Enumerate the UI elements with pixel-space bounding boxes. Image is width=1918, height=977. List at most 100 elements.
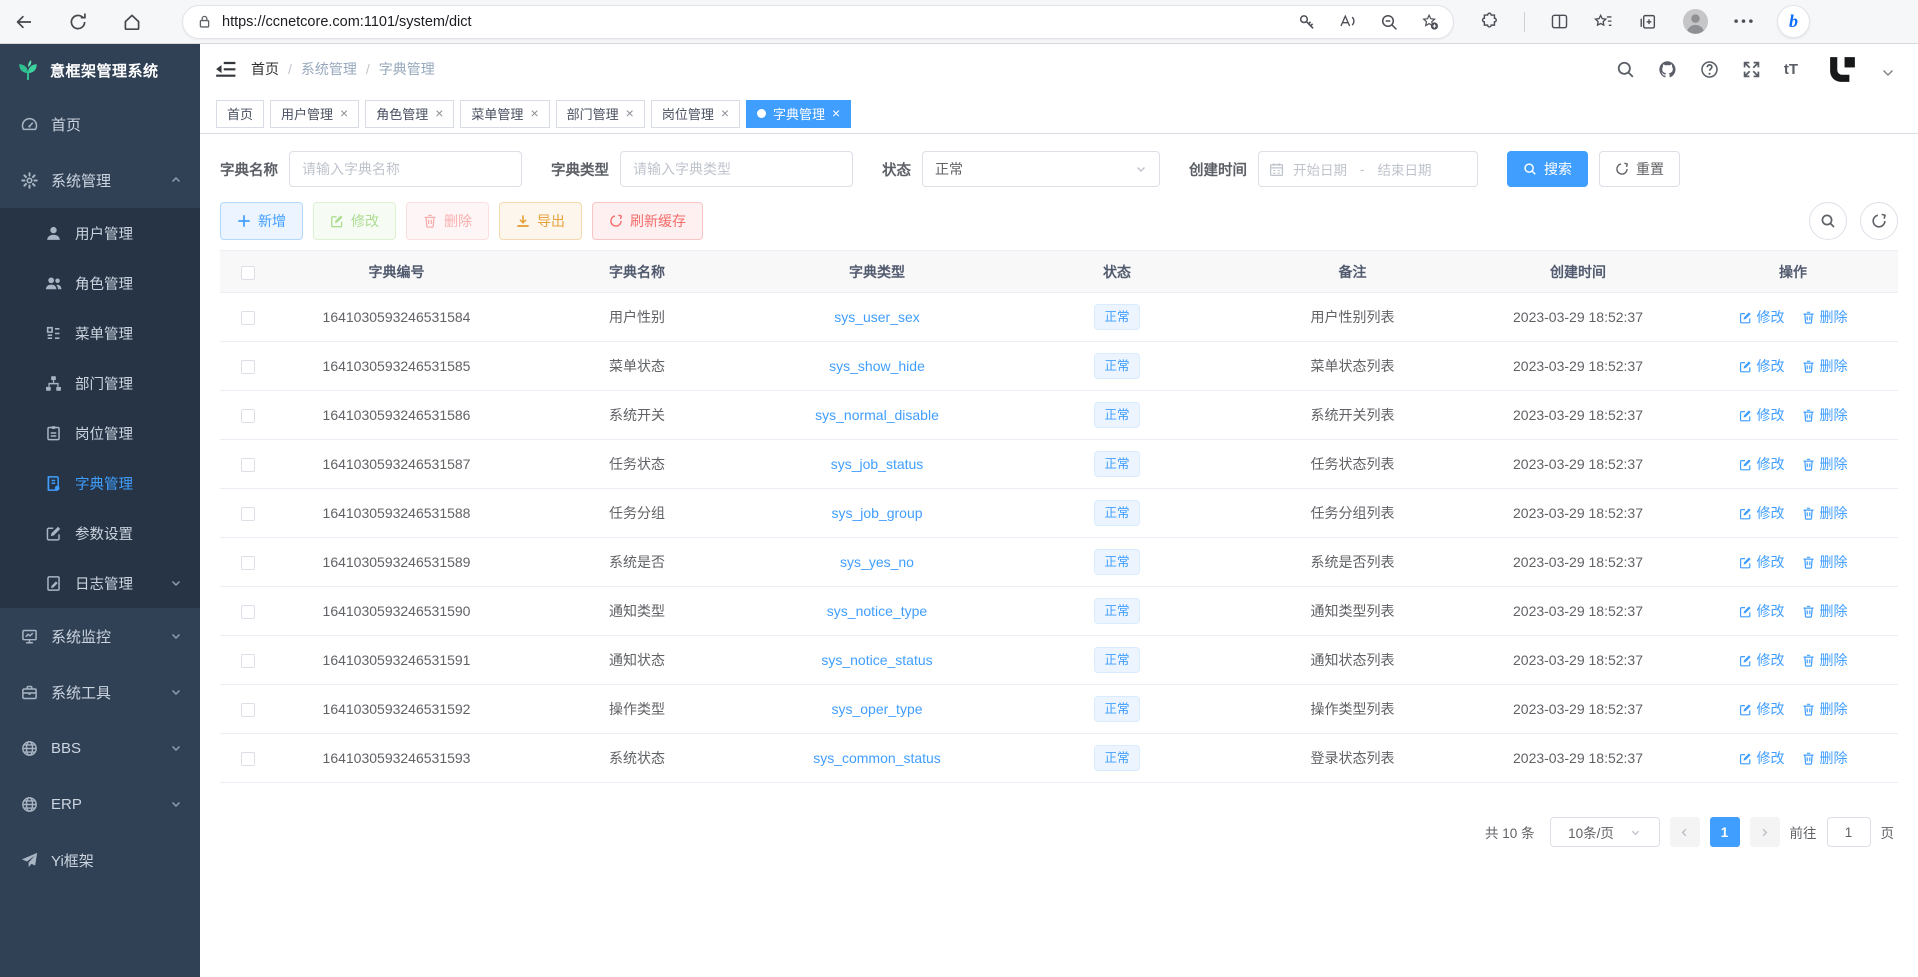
next-page-button[interactable] (1750, 817, 1780, 847)
tab-dict-mgmt[interactable]: 字典管理× (746, 100, 851, 128)
address-bar[interactable]: https://ccnetcore.com:1101/system/dict (182, 5, 1454, 39)
tab-user-mgmt[interactable]: 用户管理× (270, 100, 359, 128)
dict-type-link[interactable]: sys_job_group (831, 505, 922, 521)
profile-avatar[interactable] (1682, 8, 1709, 35)
reset-button[interactable]: 重置 (1599, 151, 1680, 187)
tab-menu-mgmt[interactable]: 菜单管理× (460, 100, 549, 128)
row-delete-link[interactable]: 删除 (1802, 552, 1848, 572)
row-edit-link[interactable]: 修改 (1739, 650, 1785, 670)
edit-button[interactable]: 修改 (313, 202, 396, 240)
sidebar-item-log-mgmt[interactable]: 日志管理 (0, 558, 200, 608)
dict-type-input[interactable] (620, 151, 853, 187)
row-checkbox[interactable] (241, 605, 255, 619)
row-delete-link[interactable]: 删除 (1802, 601, 1848, 621)
sidebar-item-home[interactable]: 首页 (0, 96, 200, 152)
dict-type-link[interactable]: sys_notice_status (821, 652, 932, 668)
row-edit-link[interactable]: 修改 (1739, 748, 1785, 768)
app-logo[interactable]: 意框架管理系统 (0, 44, 200, 96)
row-edit-link[interactable]: 修改 (1739, 307, 1785, 327)
user-avatar-logo[interactable] (1826, 53, 1859, 86)
back-arrow-icon[interactable] (14, 12, 34, 32)
refresh-icon[interactable] (68, 12, 88, 32)
sidebar-item-system-monitor[interactable]: 系统监控 (0, 608, 200, 664)
dict-type-link[interactable]: sys_show_hide (829, 358, 925, 374)
close-icon[interactable]: × (435, 106, 443, 120)
collections-icon[interactable] (1638, 12, 1657, 31)
bing-chat-icon[interactable]: b (1778, 6, 1809, 37)
dict-type-link[interactable]: sys_common_status (813, 750, 941, 766)
row-edit-link[interactable]: 修改 (1739, 503, 1785, 523)
font-size-icon[interactable]: tT (1784, 62, 1798, 77)
refresh-table-button[interactable] (1860, 202, 1898, 240)
row-checkbox[interactable] (241, 752, 255, 766)
row-delete-link[interactable]: 删除 (1802, 503, 1848, 523)
sidebar-item-system-mgmt[interactable]: 系统管理 (0, 152, 200, 208)
close-icon[interactable]: × (340, 106, 348, 120)
key-icon[interactable] (1298, 13, 1316, 31)
dict-type-link[interactable]: sys_job_status (831, 456, 924, 472)
close-icon[interactable]: × (721, 106, 729, 120)
close-icon[interactable]: × (530, 106, 538, 120)
current-page[interactable]: 1 (1710, 817, 1740, 847)
sidebar-item-system-tools[interactable]: 系统工具 (0, 664, 200, 720)
row-edit-link[interactable]: 修改 (1739, 454, 1785, 474)
dict-type-link[interactable]: sys_oper_type (831, 701, 922, 717)
sidebar-item-role-mgmt[interactable]: 角色管理 (0, 258, 200, 308)
row-delete-link[interactable]: 删除 (1802, 405, 1848, 425)
sidebar-item-menu-mgmt[interactable]: 菜单管理 (0, 308, 200, 358)
goto-page-input[interactable] (1827, 817, 1871, 847)
sidebar-item-yi-framework[interactable]: Yi框架 (0, 832, 200, 888)
dict-name-input[interactable] (289, 151, 522, 187)
row-edit-link[interactable]: 修改 (1739, 552, 1785, 572)
tab-home[interactable]: 首页 (216, 100, 264, 128)
row-delete-link[interactable]: 删除 (1802, 307, 1848, 327)
favorites-hub-icon[interactable] (1594, 12, 1613, 31)
url-text[interactable]: https://ccnetcore.com:1101/system/dict (222, 14, 1298, 30)
help-icon[interactable] (1700, 60, 1719, 79)
row-checkbox[interactable] (241, 507, 255, 521)
more-icon[interactable] (1734, 19, 1753, 25)
row-checkbox[interactable] (241, 311, 255, 325)
row-edit-link[interactable]: 修改 (1739, 405, 1785, 425)
row-delete-link[interactable]: 删除 (1802, 699, 1848, 719)
row-checkbox[interactable] (241, 458, 255, 472)
github-icon[interactable] (1658, 60, 1677, 79)
select-all-checkbox[interactable] (241, 266, 255, 280)
chevron-down-icon[interactable] (1882, 69, 1894, 77)
sidebar-item-param-settings[interactable]: 参数设置 (0, 508, 200, 558)
sidebar-item-user-mgmt[interactable]: 用户管理 (0, 208, 200, 258)
refresh-cache-button[interactable]: 刷新缓存 (592, 202, 703, 240)
row-edit-link[interactable]: 修改 (1739, 356, 1785, 376)
sidebar-fold-icon[interactable] (215, 60, 236, 78)
search-button[interactable]: 搜索 (1507, 151, 1588, 187)
sidebar-item-dept-mgmt[interactable]: 部门管理 (0, 358, 200, 408)
row-checkbox[interactable] (241, 556, 255, 570)
prev-page-button[interactable] (1670, 817, 1700, 847)
row-edit-link[interactable]: 修改 (1739, 699, 1785, 719)
show-search-button[interactable] (1809, 202, 1847, 240)
fullscreen-icon[interactable] (1742, 60, 1761, 79)
row-checkbox[interactable] (241, 654, 255, 668)
sidebar-item-dict-mgmt[interactable]: 字典管理 (0, 458, 200, 508)
dict-type-link[interactable]: sys_normal_disable (815, 407, 939, 423)
search-icon[interactable] (1616, 60, 1635, 79)
row-edit-link[interactable]: 修改 (1739, 601, 1785, 621)
sidebar-item-bbs[interactable]: BBS (0, 720, 200, 776)
zoom-out-icon[interactable] (1380, 13, 1398, 31)
page-size-select[interactable]: 10条/页 (1550, 817, 1660, 847)
split-screen-icon[interactable] (1550, 12, 1569, 31)
row-checkbox[interactable] (241, 360, 255, 374)
delete-button[interactable]: 删除 (406, 202, 489, 240)
row-checkbox[interactable] (241, 703, 255, 717)
tab-post-mgmt[interactable]: 岗位管理× (651, 100, 740, 128)
export-button[interactable]: 导出 (499, 202, 582, 240)
row-delete-link[interactable]: 删除 (1802, 650, 1848, 670)
dict-type-link[interactable]: sys_user_sex (834, 309, 920, 325)
row-delete-link[interactable]: 删除 (1802, 356, 1848, 376)
row-delete-link[interactable]: 删除 (1802, 454, 1848, 474)
status-select[interactable]: 正常 (922, 151, 1160, 187)
breadcrumb-home[interactable]: 首页 (251, 59, 279, 79)
row-delete-link[interactable]: 删除 (1802, 748, 1848, 768)
read-aloud-icon[interactable] (1339, 13, 1357, 31)
tab-role-mgmt[interactable]: 角色管理× (365, 100, 454, 128)
